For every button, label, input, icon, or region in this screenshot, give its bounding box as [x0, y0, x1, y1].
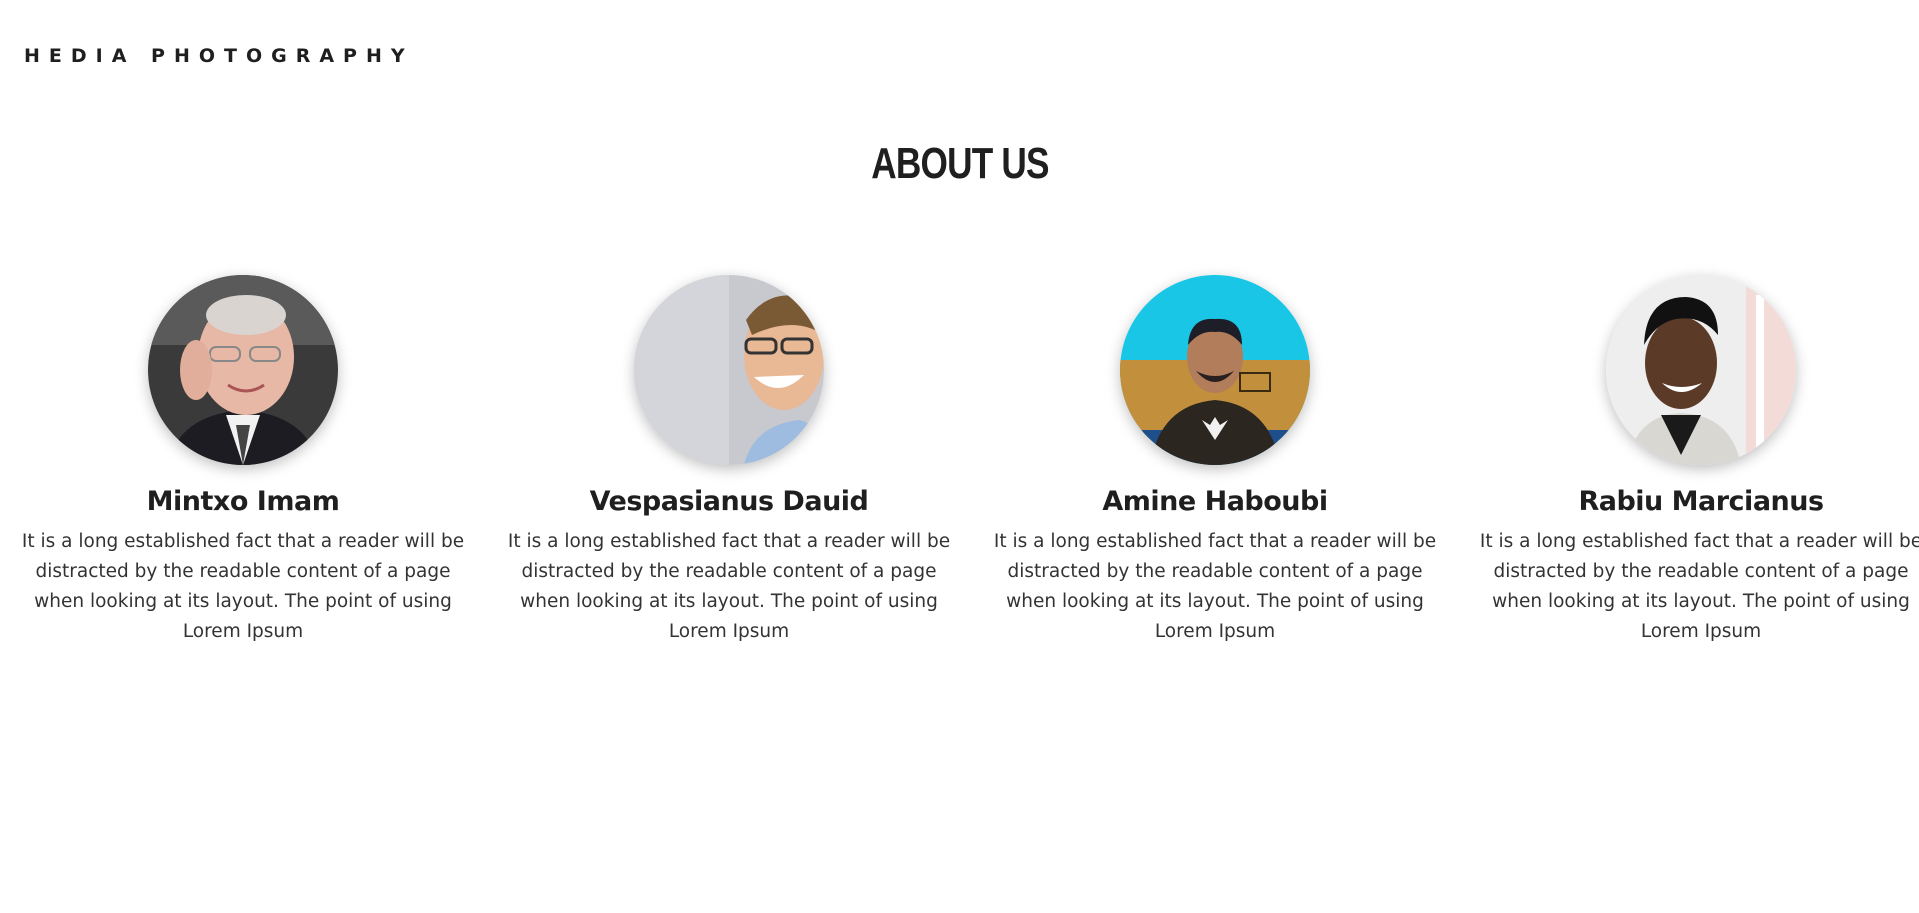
- member-photo: [1606, 275, 1796, 465]
- member-bio: It is a long established fact that a rea…: [993, 531, 1437, 642]
- team-grid: Mintxo Imam It is a long established fac…: [0, 275, 1919, 647]
- team-member-card: Vespasianus Dauid It is a long establish…: [486, 275, 972, 647]
- member-name: Vespasianus Dauid: [589, 486, 869, 517]
- member-bio: It is a long established fact that a rea…: [21, 531, 465, 642]
- team-member-card: Amine Haboubi It is a long established f…: [972, 275, 1458, 647]
- member-name: Amine Haboubi: [1102, 486, 1328, 517]
- member-bio: It is a long established fact that a rea…: [1479, 531, 1919, 642]
- member-photo: [1120, 275, 1310, 465]
- page: HEDIA PHOTOGRAPHY ABOUT US Mintxo Imam I…: [0, 0, 1919, 913]
- team-member-card: Rabiu Marcianus It is a long established…: [1458, 275, 1919, 647]
- portrait-smiling-woman-image: [1606, 275, 1796, 465]
- member-bio: It is a long established fact that a rea…: [507, 531, 951, 642]
- team-member-card: Mintxo Imam It is a long established fac…: [0, 275, 486, 647]
- member-photo: [148, 275, 338, 465]
- portrait-man-blue-wall-image: [1120, 275, 1310, 465]
- brand-logo-link[interactable]: HEDIA PHOTOGRAPHY: [24, 44, 414, 68]
- section-title: ABOUT US: [871, 139, 1049, 188]
- member-name: Mintxo Imam: [146, 486, 340, 517]
- portrait-older-man-glasses-image: [148, 275, 338, 465]
- member-photo: [634, 275, 824, 465]
- member-name: Rabiu Marcianus: [1578, 486, 1824, 517]
- portrait-smiling-man-glasses-image: [634, 275, 824, 465]
